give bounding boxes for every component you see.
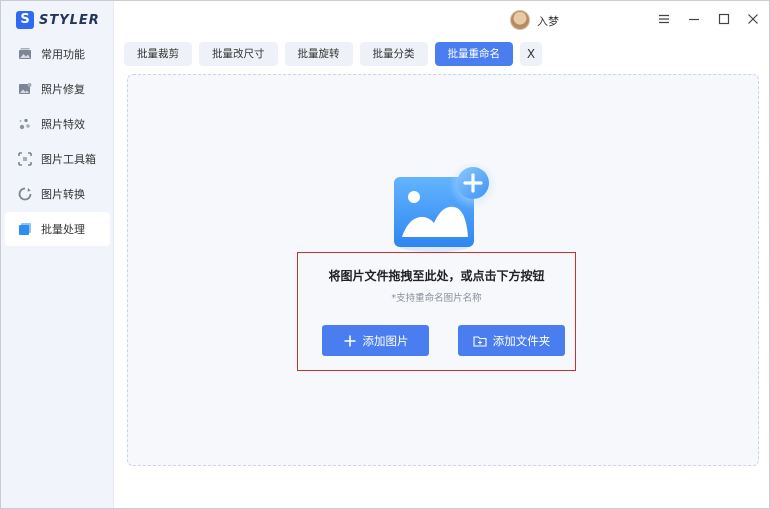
tab-batch-crop[interactable]: 批量裁剪: [124, 42, 192, 66]
username[interactable]: 入梦: [537, 13, 559, 29]
add-image-label: 添加图片: [362, 333, 409, 348]
photo-repair-icon: [19, 83, 32, 94]
add-image-illustration-icon: [394, 161, 497, 252]
sidebar-item-label: 常用功能: [41, 48, 85, 61]
minimize-icon[interactable]: [687, 12, 701, 26]
logo-mark: S: [16, 11, 34, 29]
image-stack-icon: [19, 48, 31, 59]
add-folder-button[interactable]: 添加文件夹: [458, 325, 565, 356]
convert-icon: [18, 187, 32, 201]
tab-bar: 批量裁剪 批量改尺寸 批量旋转 批量分类 批量重命名 X: [124, 42, 542, 66]
logo-text: STYLER: [39, 12, 100, 28]
sidebar-item-label: 照片特效: [41, 118, 85, 131]
sidebar-item-label: 图片工具箱: [41, 153, 96, 166]
sidebar-item-photo-repair[interactable]: 照片修复: [5, 72, 110, 106]
tab-batch-classify[interactable]: 批量分类: [359, 42, 428, 66]
tab-close-button[interactable]: X: [520, 42, 542, 66]
drop-zone-title: 将图片文件拖拽至此处，或点击下方按钮: [328, 269, 545, 283]
sidebar-item-label: 图片转换: [41, 188, 85, 201]
sidebar-item-label: 照片修复: [41, 83, 85, 96]
toolbox-crop-icon: [18, 152, 32, 166]
plus-icon: [344, 335, 355, 346]
add-image-button[interactable]: 添加图片: [322, 325, 429, 356]
menu-icon[interactable]: [657, 12, 671, 26]
sparkle-icon: [19, 118, 30, 130]
sidebar-item-toolbox[interactable]: 图片工具箱: [5, 142, 110, 176]
tab-batch-resize[interactable]: 批量改尺寸: [199, 42, 278, 66]
app-logo: S STYLER: [16, 10, 100, 30]
tab-batch-rename[interactable]: 批量重命名: [434, 42, 513, 66]
sidebar-item-convert[interactable]: 图片转换: [5, 177, 110, 211]
sidebar-item-common[interactable]: 常用功能: [5, 37, 110, 71]
batch-icon: [19, 223, 31, 235]
add-folder-label: 添加文件夹: [492, 333, 551, 348]
folder-plus-icon: [473, 335, 487, 347]
maximize-icon[interactable]: [717, 12, 731, 26]
sidebar-item-photo-effects[interactable]: 照片特效: [5, 107, 110, 141]
close-icon[interactable]: [746, 12, 760, 26]
sidebar-nav: 常用功能 照片修复 照片特效 图片工具箱 图片转换 批量处理: [1, 37, 114, 247]
sidebar: S STYLER 常用功能 照片修复 照片特效 图片工具箱 图片转换 批量处理: [1, 1, 114, 508]
app-window: S STYLER 常用功能 照片修复 照片特效 图片工具箱 图片转换 批量处理 …: [0, 0, 770, 509]
sidebar-item-label: 批量处理: [41, 223, 85, 236]
sidebar-item-batch[interactable]: 批量处理: [5, 212, 110, 246]
drop-zone-subtitle: *支持重命名图片名称: [391, 293, 482, 304]
avatar[interactable]: [510, 10, 530, 30]
tab-batch-rotate[interactable]: 批量旋转: [284, 42, 353, 66]
